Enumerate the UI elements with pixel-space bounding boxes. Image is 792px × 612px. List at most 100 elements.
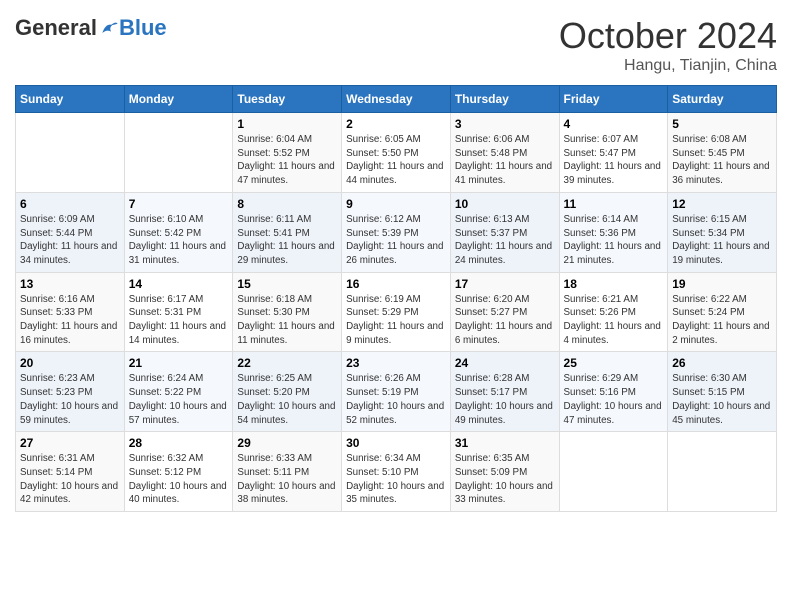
day-info: Sunrise: 6:21 AM Sunset: 5:26 PM Dayligh… xyxy=(564,293,664,348)
day-number: 20 xyxy=(20,356,120,370)
day-number: 6 xyxy=(20,197,120,211)
calendar-week-row: 27 Sunrise: 6:31 AM Sunset: 5:14 PM Dayli… xyxy=(16,432,777,512)
day-info: Sunrise: 6:19 AM Sunset: 5:29 PM Dayligh… xyxy=(346,293,446,348)
logo-blue-text: Blue xyxy=(119,15,167,41)
day-info: Sunrise: 6:30 AM Sunset: 5:15 PM Dayligh… xyxy=(672,372,772,427)
day-info: Sunrise: 6:23 AM Sunset: 5:23 PM Dayligh… xyxy=(20,372,120,427)
day-info: Sunrise: 6:14 AM Sunset: 5:36 PM Dayligh… xyxy=(564,213,664,268)
calendar-day-cell: 24Sunrise: 6:28 AM Sunset: 5:17 PM Dayli… xyxy=(450,352,559,432)
calendar-day-cell: 21 Sunrise: 6:24 AM Sunset: 5:22 PM Dayli… xyxy=(124,352,233,432)
calendar-day-cell: 2 Sunrise: 6:05 AM Sunset: 5:50 PM Daylig… xyxy=(342,113,451,193)
day-info: Sunrise: 6:18 AM Sunset: 5:30 PM Dayligh… xyxy=(237,293,337,348)
calendar-week-row: 20 Sunrise: 6:23 AM Sunset: 5:23 PM Dayli… xyxy=(16,352,777,432)
day-number: 17 xyxy=(455,277,555,291)
day-number: 16 xyxy=(346,277,446,291)
calendar-day-cell: 22 Sunrise: 6:25 AM Sunset: 5:20 PM Dayli… xyxy=(233,352,342,432)
day-number: 2 xyxy=(346,117,446,131)
day-number: 21 xyxy=(129,356,229,370)
day-number: 7 xyxy=(129,197,229,211)
calendar-day-cell: 23 Sunrise: 6:26 AM Sunset: 5:19 PM Dayli… xyxy=(342,352,451,432)
calendar-day-cell: 30 Sunrise: 6:34 AM Sunset: 5:10 PM Dayli… xyxy=(342,432,451,512)
day-info: Sunrise: 6:32 AM Sunset: 5:12 PM Dayligh… xyxy=(129,452,229,507)
day-info: Sunrise: 6:09 AM Sunset: 5:44 PM Dayligh… xyxy=(20,213,120,268)
day-number: 15 xyxy=(237,277,337,291)
day-info: Sunrise: 6:05 AM Sunset: 5:50 PM Dayligh… xyxy=(346,133,446,188)
day-info: Sunrise: 6:11 AM Sunset: 5:41 PM Dayligh… xyxy=(237,213,337,268)
day-number: 27 xyxy=(20,436,120,450)
calendar-day-cell: 20 Sunrise: 6:23 AM Sunset: 5:23 PM Dayli… xyxy=(16,352,125,432)
calendar-day-cell: 17 Sunrise: 6:20 AM Sunset: 5:27 PM Dayli… xyxy=(450,272,559,352)
day-info: Sunrise: 6:35 AM Sunset: 5:09 PM Dayligh… xyxy=(455,452,555,507)
day-number: 30 xyxy=(346,436,446,450)
column-header-sunday: Sunday xyxy=(16,86,125,113)
day-number: 11 xyxy=(564,197,664,211)
calendar-day-cell: 9Sunrise: 6:12 AM Sunset: 5:39 PM Daylig… xyxy=(342,192,451,272)
calendar-day-cell: 25 Sunrise: 6:29 AM Sunset: 5:16 PM Dayli… xyxy=(559,352,668,432)
day-info: Sunrise: 6:07 AM Sunset: 5:47 PM Dayligh… xyxy=(564,133,664,188)
calendar-week-row: 1Sunrise: 6:04 AM Sunset: 5:52 PM Daylig… xyxy=(16,113,777,193)
page-header: General Blue October 2024 Hangu, Tianjin… xyxy=(15,15,777,75)
calendar-day-cell: 19 Sunrise: 6:22 AM Sunset: 5:24 PM Dayli… xyxy=(668,272,777,352)
day-info: Sunrise: 6:24 AM Sunset: 5:22 PM Dayligh… xyxy=(129,372,229,427)
calendar-day-cell: 11 Sunrise: 6:14 AM Sunset: 5:36 PM Dayli… xyxy=(559,192,668,272)
logo-bird-icon xyxy=(99,18,119,38)
calendar-day-cell: 10 Sunrise: 6:13 AM Sunset: 5:37 PM Dayli… xyxy=(450,192,559,272)
day-info: Sunrise: 6:29 AM Sunset: 5:16 PM Dayligh… xyxy=(564,372,664,427)
day-number: 10 xyxy=(455,197,555,211)
day-info: Sunrise: 6:33 AM Sunset: 5:11 PM Dayligh… xyxy=(237,452,337,507)
calendar-day-cell: 6 Sunrise: 6:09 AM Sunset: 5:44 PM Daylig… xyxy=(16,192,125,272)
calendar-day-cell xyxy=(668,432,777,512)
day-number: 4 xyxy=(564,117,664,131)
column-header-wednesday: Wednesday xyxy=(342,86,451,113)
day-info: Sunrise: 6:20 AM Sunset: 5:27 PM Dayligh… xyxy=(455,293,555,348)
day-number: 13 xyxy=(20,277,120,291)
day-number: 3 xyxy=(455,117,555,131)
day-info: Sunrise: 6:28 AM Sunset: 5:17 PM Dayligh… xyxy=(455,372,555,427)
day-number: 8 xyxy=(237,197,337,211)
location-subtitle: Hangu, Tianjin, China xyxy=(559,57,777,75)
calendar-day-cell: 1Sunrise: 6:04 AM Sunset: 5:52 PM Daylig… xyxy=(233,113,342,193)
calendar-day-cell: 16 Sunrise: 6:19 AM Sunset: 5:29 PM Dayli… xyxy=(342,272,451,352)
day-info: Sunrise: 6:25 AM Sunset: 5:20 PM Dayligh… xyxy=(237,372,337,427)
calendar-day-cell: 8 Sunrise: 6:11 AM Sunset: 5:41 PM Daylig… xyxy=(233,192,342,272)
calendar-week-row: 13 Sunrise: 6:16 AM Sunset: 5:33 PM Dayli… xyxy=(16,272,777,352)
calendar-day-cell: 15 Sunrise: 6:18 AM Sunset: 5:30 PM Dayli… xyxy=(233,272,342,352)
calendar-day-cell xyxy=(124,113,233,193)
calendar-day-cell: 7Sunrise: 6:10 AM Sunset: 5:42 PM Daylig… xyxy=(124,192,233,272)
calendar-day-cell: 31Sunrise: 6:35 AM Sunset: 5:09 PM Dayli… xyxy=(450,432,559,512)
day-number: 29 xyxy=(237,436,337,450)
column-header-friday: Friday xyxy=(559,86,668,113)
calendar-day-cell: 5Sunrise: 6:08 AM Sunset: 5:45 PM Daylig… xyxy=(668,113,777,193)
day-info: Sunrise: 6:16 AM Sunset: 5:33 PM Dayligh… xyxy=(20,293,120,348)
logo: General Blue xyxy=(15,15,167,41)
column-header-thursday: Thursday xyxy=(450,86,559,113)
calendar-day-cell: 28 Sunrise: 6:32 AM Sunset: 5:12 PM Dayli… xyxy=(124,432,233,512)
day-number: 14 xyxy=(129,277,229,291)
day-number: 23 xyxy=(346,356,446,370)
day-number: 12 xyxy=(672,197,772,211)
day-info: Sunrise: 6:26 AM Sunset: 5:19 PM Dayligh… xyxy=(346,372,446,427)
calendar-day-cell: 13 Sunrise: 6:16 AM Sunset: 5:33 PM Dayli… xyxy=(16,272,125,352)
column-header-monday: Monday xyxy=(124,86,233,113)
day-number: 22 xyxy=(237,356,337,370)
calendar-day-cell: 18Sunrise: 6:21 AM Sunset: 5:26 PM Dayli… xyxy=(559,272,668,352)
calendar-day-cell: 3Sunrise: 6:06 AM Sunset: 5:48 PM Daylig… xyxy=(450,113,559,193)
day-info: Sunrise: 6:13 AM Sunset: 5:37 PM Dayligh… xyxy=(455,213,555,268)
day-info: Sunrise: 6:17 AM Sunset: 5:31 PM Dayligh… xyxy=(129,293,229,348)
day-info: Sunrise: 6:31 AM Sunset: 5:14 PM Dayligh… xyxy=(20,452,120,507)
calendar-day-cell: 12Sunrise: 6:15 AM Sunset: 5:34 PM Dayli… xyxy=(668,192,777,272)
calendar-day-cell xyxy=(559,432,668,512)
logo-general-text: General xyxy=(15,15,97,41)
day-info: Sunrise: 6:04 AM Sunset: 5:52 PM Dayligh… xyxy=(237,133,337,188)
calendar-week-row: 6 Sunrise: 6:09 AM Sunset: 5:44 PM Daylig… xyxy=(16,192,777,272)
day-info: Sunrise: 6:34 AM Sunset: 5:10 PM Dayligh… xyxy=(346,452,446,507)
calendar-day-cell: 29 Sunrise: 6:33 AM Sunset: 5:11 PM Dayli… xyxy=(233,432,342,512)
day-number: 19 xyxy=(672,277,772,291)
day-info: Sunrise: 6:22 AM Sunset: 5:24 PM Dayligh… xyxy=(672,293,772,348)
day-number: 28 xyxy=(129,436,229,450)
day-number: 25 xyxy=(564,356,664,370)
day-info: Sunrise: 6:08 AM Sunset: 5:45 PM Dayligh… xyxy=(672,133,772,188)
day-number: 26 xyxy=(672,356,772,370)
calendar-day-cell xyxy=(16,113,125,193)
calendar-day-cell: 14 Sunrise: 6:17 AM Sunset: 5:31 PM Dayli… xyxy=(124,272,233,352)
